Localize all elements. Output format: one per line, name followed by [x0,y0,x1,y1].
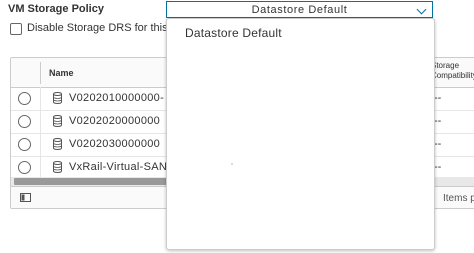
column-separator [40,133,41,156]
items-per-page-label: Items p [443,193,474,204]
storage-compatibility-value: -- [434,138,442,150]
vm-storage-policy-select[interactable]: Datastore Default [166,1,433,18]
disable-storage-drs-checkbox[interactable] [10,23,22,35]
row-radio[interactable] [18,161,31,174]
vm-storage-policy-value: Datastore Default [251,3,348,16]
column-separator [40,87,41,110]
column-toggle-icon[interactable] [20,193,31,202]
column-separator [40,110,41,133]
storage-compatibility-value: -- [434,92,442,104]
storage-compatibility-value: -- [434,115,442,127]
row-radio[interactable] [18,138,31,151]
divider [231,163,233,165]
storage-compatibility-value: -- [434,161,442,173]
disable-storage-drs-label: Disable Storage DRS for this [27,22,168,34]
column-header-storage-compatibility[interactable]: Storage Compatibility [431,61,474,81]
row-radio[interactable] [18,92,31,105]
datastore-name: VxRail-Virtual-SAN- [69,161,172,173]
vm-storage-policy-label: VM Storage Policy [8,3,104,15]
storage-policy-dropdown: Datastore Default [166,18,435,250]
column-header-name[interactable]: Name [49,68,74,78]
dropdown-option-datastore-default[interactable]: Datastore Default [167,23,434,43]
datastore-icon [53,92,62,104]
column-separator [40,156,41,179]
column-separator [40,62,41,84]
datastore-name: V0202020000000 [69,115,161,127]
datastore-icon [53,115,62,127]
row-radio[interactable] [18,115,31,128]
datastore-name: V0202030000000 [69,138,161,150]
datastore-icon [53,138,62,150]
datastore-icon [53,161,62,173]
datastore-name: V0202010000000- [69,92,165,104]
chevron-down-icon [416,4,427,15]
scrollbar-thumb[interactable] [14,178,174,185]
